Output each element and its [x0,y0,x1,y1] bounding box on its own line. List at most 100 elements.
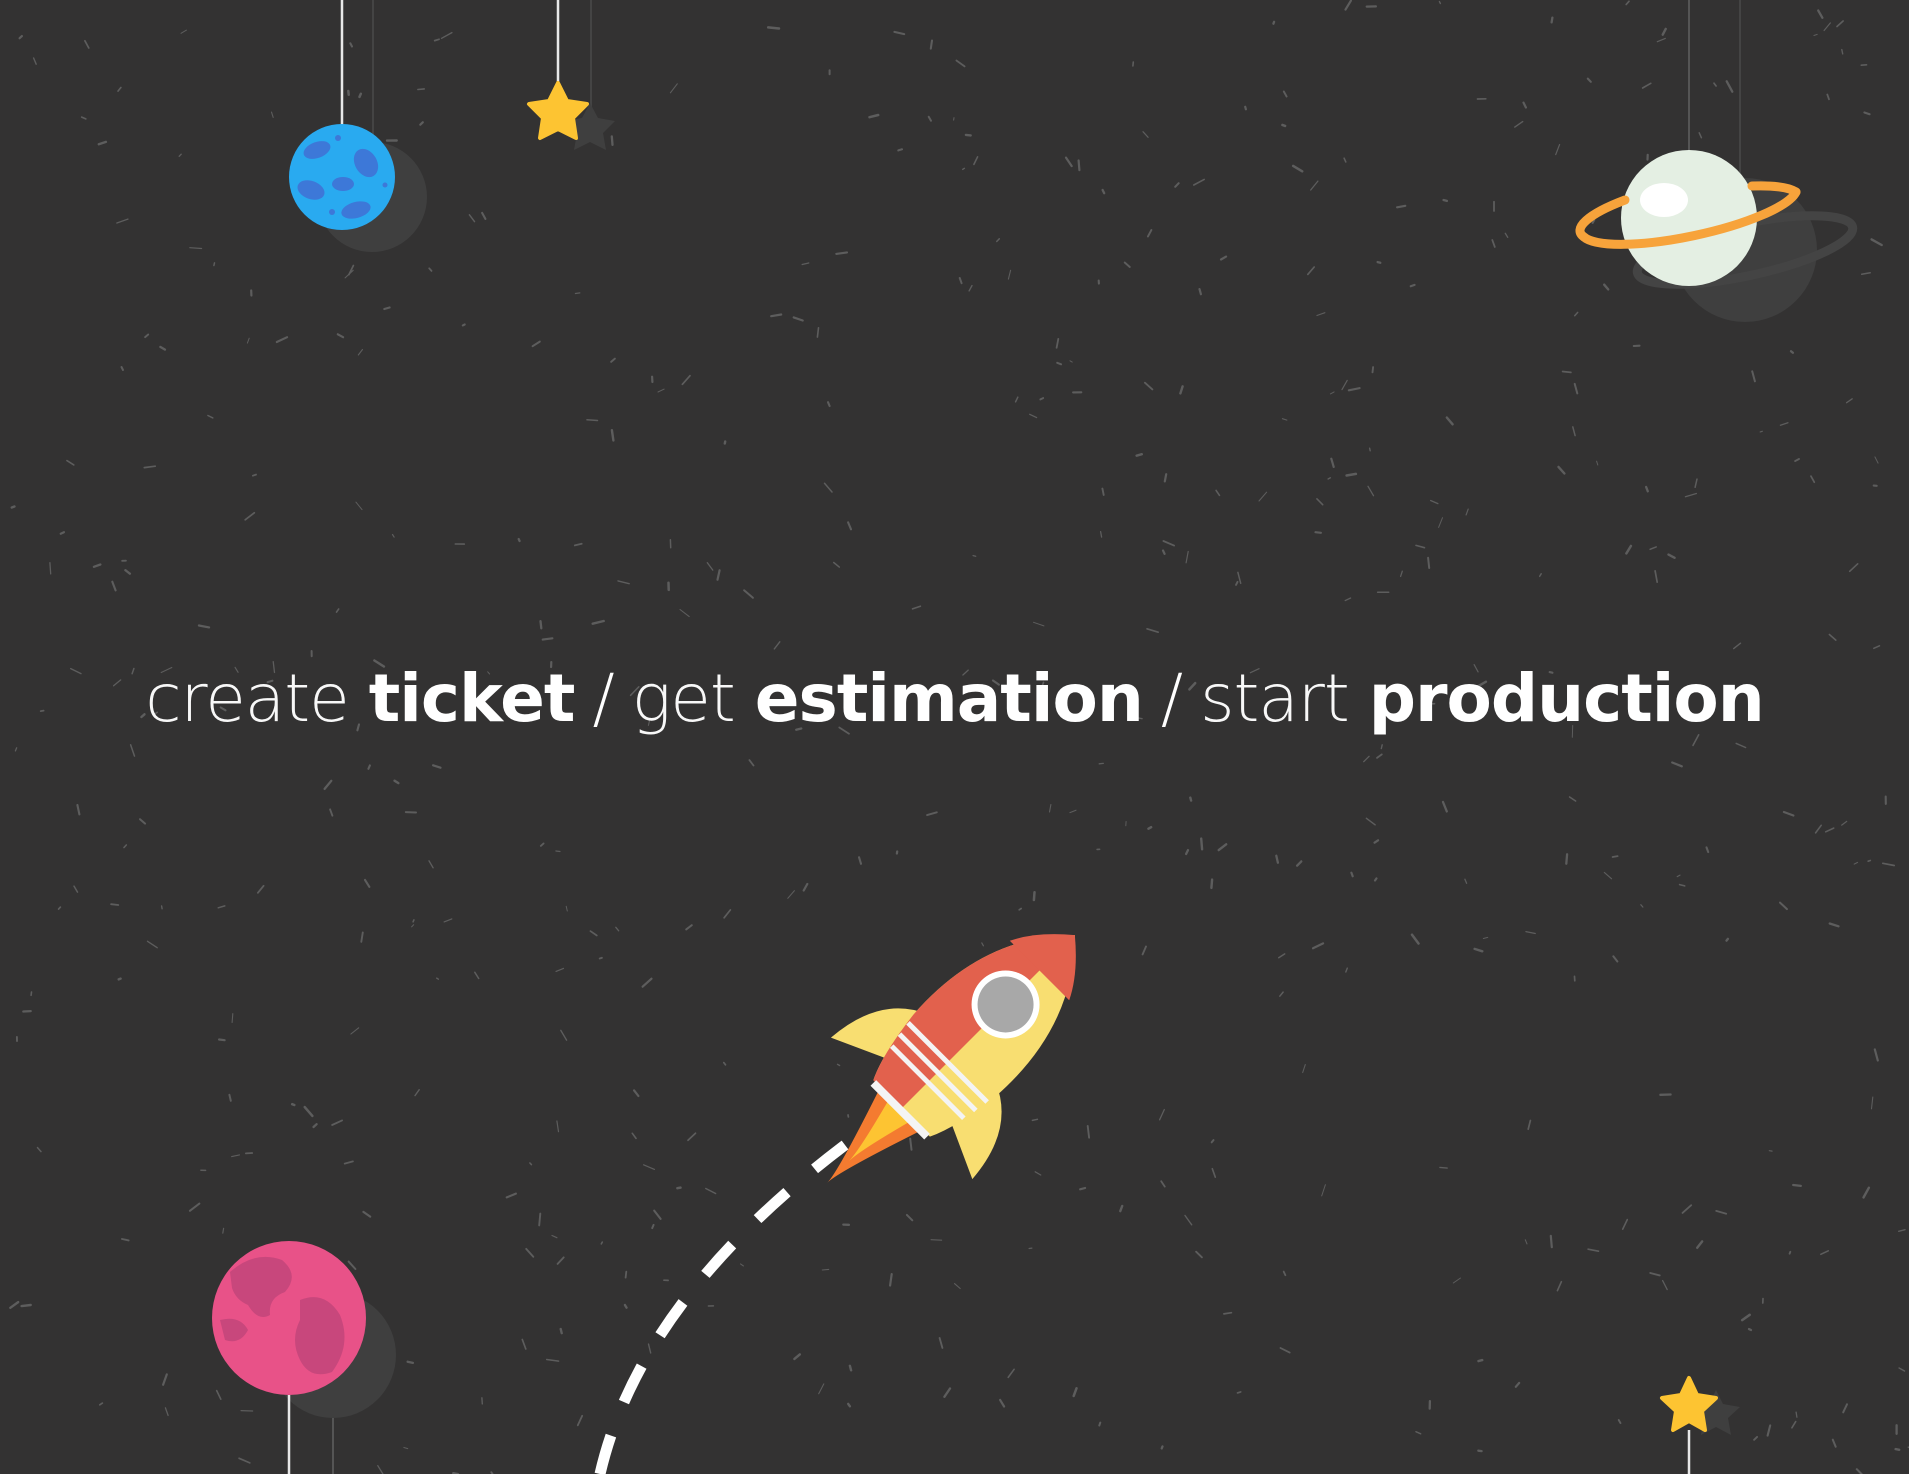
speck [433,38,440,42]
speck [228,1093,232,1102]
speck [897,148,904,152]
speck [1795,1411,1798,1418]
speck [848,1364,853,1372]
speck [436,977,440,980]
speck [1438,0,1442,5]
speck [1198,288,1203,296]
speck [1427,556,1431,569]
speck [1079,1186,1087,1191]
speck [1747,1327,1753,1332]
speck [1380,744,1383,750]
speck [1759,430,1763,433]
speck [49,562,52,575]
speck [909,1137,913,1151]
speck [1350,871,1354,878]
speck [574,292,581,295]
tagline-create-word: create [145,660,369,737]
speck [1565,853,1569,865]
speck [610,135,614,147]
speck [1199,837,1204,851]
space-background [0,0,1909,1474]
speck [964,133,972,137]
speck [529,1162,533,1166]
speck [623,1303,628,1309]
speck [676,1186,682,1190]
speck [766,26,781,30]
speck [962,167,966,171]
speck [1210,1139,1215,1144]
speck [1550,16,1554,24]
speck [358,92,363,99]
speck [1396,204,1407,209]
speck [972,554,977,557]
speck [929,39,934,50]
speck [586,419,599,422]
tagline: create ticket / get estimation / start produ… [0,660,1909,737]
speck [213,262,216,267]
speck [1189,796,1193,802]
speck [600,1241,604,1245]
speck [517,537,521,543]
tagline-start-word: start [1200,660,1369,737]
speck [1160,1445,1164,1450]
speck [1272,20,1276,25]
speck [251,473,257,477]
speck [1235,580,1239,586]
speck [1725,937,1730,942]
speck [1101,487,1105,496]
speck [598,956,603,960]
speck [1611,855,1619,858]
speck [847,1402,852,1408]
speck [1223,1311,1233,1315]
speck [117,977,122,981]
speck [231,1013,234,1024]
speck [1792,1183,1802,1188]
speck [189,247,203,250]
speck [1368,447,1371,452]
speck [417,88,426,91]
tagline-separator: / [1160,660,1183,737]
speck [1101,188,1106,195]
speck [1077,159,1081,172]
speck [1442,198,1449,203]
speck [624,1270,628,1279]
speck [1439,1166,1448,1169]
speck [1039,397,1045,401]
speck [1409,283,1416,288]
speck [1236,1391,1242,1394]
speck [1135,453,1144,457]
speck [461,323,466,327]
speck [20,1303,32,1308]
speck [651,1223,655,1230]
speck [559,1327,563,1335]
speck [1788,1250,1792,1255]
speck [1345,472,1358,477]
speck [1244,105,1248,111]
speck [18,34,23,40]
speck [1561,370,1572,374]
speck [1373,877,1378,882]
speck [383,306,391,311]
speck [1894,1447,1901,1452]
speck [1376,260,1382,264]
speck [1056,361,1063,366]
speck [930,1239,943,1241]
speck [555,850,561,853]
tagline-estimation-word: estimation [754,660,1144,737]
speck [1314,531,1323,534]
speck [120,366,124,371]
speck [826,401,831,408]
speck [1275,854,1280,864]
speck [367,764,371,770]
speck [539,619,543,630]
speck [1477,1358,1484,1363]
speck [1147,825,1153,830]
speck [1549,1234,1553,1249]
speck [10,505,16,509]
speck [110,903,120,906]
speck [821,1268,830,1271]
speck [1867,859,1872,863]
speck [816,326,820,338]
speck [1098,1421,1102,1427]
speck [1163,473,1168,483]
